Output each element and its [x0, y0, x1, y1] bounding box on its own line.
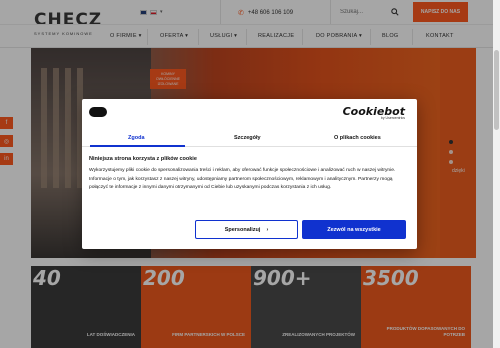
cookie-body: Niniejsza strona korzysta z plików cooki… [89, 156, 409, 193]
customize-label: Spersonalizuj [224, 226, 261, 233]
page: CHECZ SYSTEMY KOMINOWE ▾ ✆ +48 606 106 1… [0, 0, 500, 348]
tab-zgoda[interactable]: Zgoda [128, 135, 145, 141]
cookiebot-icon [89, 107, 107, 117]
cookie-description: Wykorzystujemy pliki cookie do spersonal… [89, 168, 396, 190]
active-tab-indicator [90, 145, 185, 147]
scrollbar-thumb[interactable] [494, 50, 499, 130]
accept-all-button[interactable]: Zezwól na wszystkie [302, 220, 406, 239]
tab-o-plikach-cookies[interactable]: O plikach cookies [334, 135, 381, 141]
cookiebot-logo: Cookiebot by Usercentrics [343, 105, 405, 120]
chevron-right-icon: › [266, 226, 269, 233]
tab-szczegoly[interactable]: Szczegóły [234, 135, 261, 141]
cookie-title: Niniejsza strona korzysta z plików cooki… [89, 156, 197, 162]
cookie-consent-dialog: Cookiebot by Usercentrics Zgoda Szczegół… [82, 99, 417, 249]
customize-button[interactable]: Spersonalizuj › [195, 220, 298, 239]
cookie-tabs: Zgoda Szczegóły O plikach cookies [82, 130, 417, 147]
